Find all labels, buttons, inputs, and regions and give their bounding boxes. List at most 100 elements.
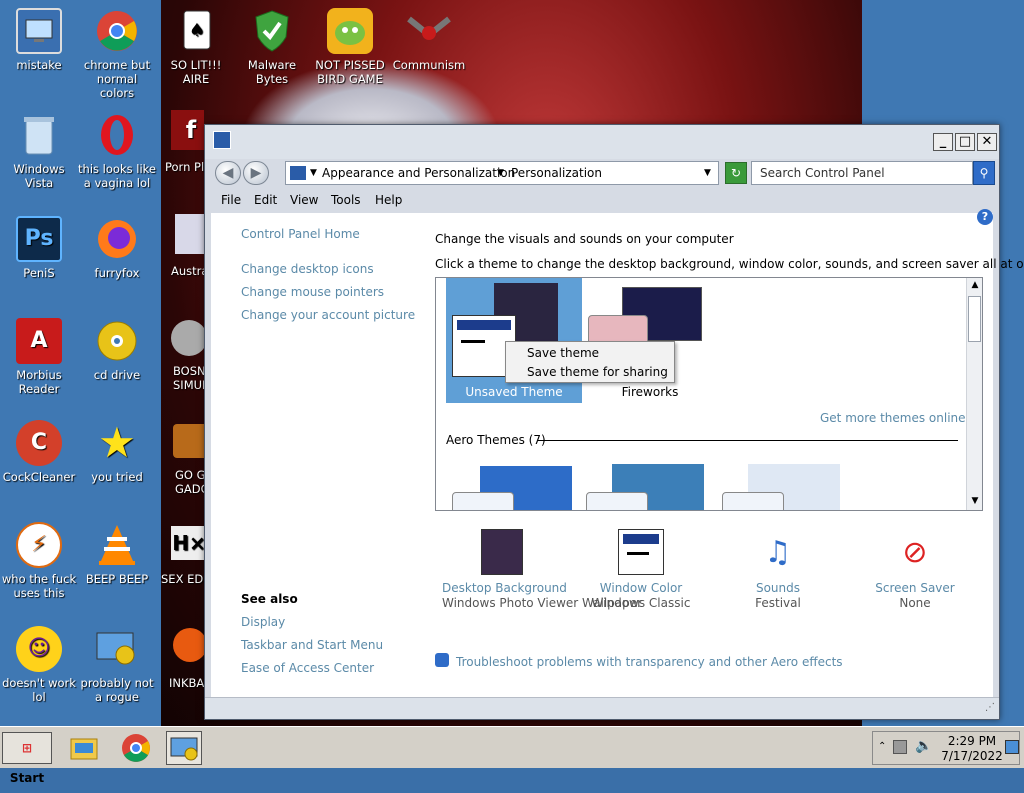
desktop-icon-morbius-reader[interactable]: A Morbius Reader	[0, 318, 78, 396]
sounds-icon: ♫	[764, 534, 792, 570]
desktop-background-setting[interactable]: Desktop Background Windows Photo Viewer …	[442, 529, 642, 611]
theme-unsaved[interactable]: Unsaved Theme	[446, 278, 582, 403]
see-also-taskbar[interactable]: Taskbar and Start Menu	[241, 638, 383, 652]
desktop-icon-label: SO LIT!!! AIRE	[170, 58, 222, 86]
menu-help[interactable]: Help	[375, 193, 402, 207]
desktop-icon-probably-not-a-rogue[interactable]: probably not a rogue	[78, 626, 156, 704]
breadcrumb-appearance[interactable]: Appearance and Personalization	[322, 166, 515, 180]
desktop-icon-windows-vista[interactable]: Windows Vista	[0, 112, 78, 190]
taskbar-explorer[interactable]	[66, 731, 102, 765]
search-button[interactable]: ⚲	[973, 161, 995, 185]
desktop-icon-cd-drive[interactable]: cd drive	[78, 318, 156, 382]
search-input[interactable]: Search Control Panel	[751, 161, 973, 185]
see-also-ease-of-access[interactable]: Ease of Access Center	[241, 661, 374, 675]
taskbar: ⊞ Start ⌃ 🔈 2:29 PM 7/17/2022	[0, 726, 1024, 785]
sidebar-link-change-mouse-pointers[interactable]: Change mouse pointers	[241, 285, 384, 299]
desktop-icon-go-gadget[interactable]: GO G GADGE	[161, 418, 204, 502]
file-explorer-icon	[70, 738, 98, 760]
window-color-link[interactable]: Window Color	[581, 581, 701, 595]
sidebar-link-change-account-picture[interactable]: Change your account picture	[241, 308, 415, 322]
refresh-button[interactable]: ↻	[725, 162, 747, 184]
scroll-down-icon[interactable]: ▼	[969, 496, 981, 508]
control-panel-icon	[170, 737, 198, 761]
desktop-icon-solitaire[interactable]: ♠ SO LIT!!! AIRE	[157, 8, 235, 86]
clock[interactable]: 2:29 PM 7/17/2022	[941, 734, 1003, 764]
desktop-icon-chrome[interactable]: chrome but normal colors	[78, 8, 156, 100]
angry-birds-icon	[327, 8, 373, 54]
volume-icon[interactable]: 🔈	[915, 738, 932, 754]
help-icon[interactable]: ?	[977, 209, 993, 225]
aero-theme-window-preview	[586, 492, 648, 510]
back-button[interactable]: ◀	[215, 161, 241, 185]
sounds-link[interactable]: Sounds	[718, 581, 838, 595]
desktop-icon-beep-beep[interactable]: BEEP BEEP	[78, 522, 156, 586]
desktop-icon-label: Windows Vista	[13, 162, 65, 190]
context-menu-save-theme-sharing[interactable]: Save theme for sharing	[527, 365, 668, 379]
desktop-icon-penis[interactable]: Ps PeniS	[0, 216, 78, 280]
aero-theme-window-preview	[722, 492, 784, 510]
desktop-icon-cockcleaner[interactable]: C CockCleaner	[0, 420, 78, 484]
window-color-icon	[618, 529, 664, 575]
desktop-icon-austra[interactable]: Austra	[161, 214, 204, 284]
theme-list-scrollbar[interactable]: ▲ ▼	[966, 278, 982, 510]
taskbar-control-panel[interactable]	[166, 731, 202, 765]
desktop-icon-doesnt-work[interactable]: ☺ doesn't work lol	[0, 626, 78, 704]
desktop-icon-mistake[interactable]: mistake	[0, 8, 78, 72]
show-hidden-icons-icon[interactable]: ⌃	[878, 741, 886, 752]
clock-time: 2:29 PM	[947, 734, 997, 748]
taskbar-chrome[interactable]	[118, 731, 154, 765]
troubleshoot-aero-link[interactable]: Troubleshoot problems with transparency …	[456, 655, 843, 669]
resize-grip-icon[interactable]: ⋰	[985, 702, 995, 713]
sounds-setting[interactable]: ♫ Sounds Festival	[718, 529, 838, 611]
screen-saver-value: None	[899, 596, 931, 610]
forward-button[interactable]: ▶	[243, 161, 269, 185]
recycle-bin-icon	[16, 112, 62, 158]
menu-edit[interactable]: Edit	[254, 193, 277, 207]
menu-bar: File Edit View Tools Help	[205, 189, 999, 213]
start-button[interactable]: ⊞ Start	[2, 732, 52, 785]
desktop-icon-who-uses-this[interactable]: ⚡ who the fuck uses this	[0, 522, 78, 600]
search-icon: ⚲	[979, 166, 989, 180]
desktop-icon-sex-edit[interactable]: H× SEX EDIT	[161, 526, 204, 590]
breadcrumb-personalization[interactable]: Personalization	[511, 166, 602, 180]
get-more-themes-link[interactable]: Get more themes online	[820, 411, 966, 425]
address-dropdown-icon[interactable]: ▼	[704, 168, 711, 178]
page-subheading: Click a theme to change the desktop back…	[435, 257, 1024, 271]
scroll-thumb[interactable]	[968, 296, 981, 342]
network-icon[interactable]	[893, 740, 907, 754]
minimize-button[interactable]: _	[933, 133, 953, 151]
address-bar[interactable]: ▼ Appearance and Personalization ▼ Perso…	[285, 161, 719, 185]
screen-saver-setting[interactable]: ⊘ Screen Saver None	[855, 529, 975, 611]
desktop-icon-inkba[interactable]: INKBA	[161, 628, 204, 694]
context-menu: Save theme Save theme for sharing	[505, 341, 675, 383]
section-divider	[538, 440, 958, 441]
desktop-icon-furryfox[interactable]: furryfox	[78, 216, 156, 280]
desktop-icon-opera[interactable]: this looks like a vagina lol	[78, 112, 156, 190]
desktop-icon-angry-birds[interactable]: NOT PISSED BIRD GAME	[311, 8, 389, 86]
desktop-icon-label: Morbius Reader	[16, 368, 62, 396]
menu-file[interactable]: File	[221, 193, 241, 207]
scroll-up-icon[interactable]: ▲	[969, 280, 981, 292]
theme-list: Unsaved Theme Fireworks Get more themes …	[435, 277, 983, 511]
action-center-icon[interactable]	[1005, 740, 1019, 754]
desktop-icon-label: mistake	[16, 58, 62, 72]
star-icon: ★	[98, 418, 136, 467]
close-button[interactable]: ✕	[977, 133, 997, 151]
desktop-icon-porn-player[interactable]: f Porn Pl	[161, 110, 204, 180]
desktop-icon-bosn-simula[interactable]: BOSN SIMULA	[161, 316, 204, 400]
menu-view[interactable]: View	[290, 193, 318, 207]
maximize-button[interactable]: □	[955, 133, 975, 151]
title-bar[interactable]: _ □ ✕	[205, 125, 999, 159]
context-menu-save-theme[interactable]: Save theme	[527, 346, 599, 360]
see-also-display[interactable]: Display	[241, 615, 285, 629]
menu-tools[interactable]: Tools	[331, 193, 361, 207]
theme-fireworks[interactable]: Fireworks	[582, 278, 718, 403]
sidebar-link-change-desktop-icons[interactable]: Change desktop icons	[241, 262, 374, 276]
desktop-icon-communism[interactable]: Communism	[390, 8, 468, 72]
desktop-icon-malware-bytes[interactable]: Malware Bytes	[233, 8, 311, 86]
desktop-icon-you-tried[interactable]: ★ you tried	[78, 418, 156, 485]
screen-saver-link[interactable]: Screen Saver	[855, 581, 975, 595]
sidebar-link-control-panel-home[interactable]: Control Panel Home	[241, 227, 360, 241]
window-color-setting[interactable]: Window Color Windows Classic	[581, 529, 701, 611]
desktop-background-link[interactable]: Desktop Background	[442, 581, 567, 595]
